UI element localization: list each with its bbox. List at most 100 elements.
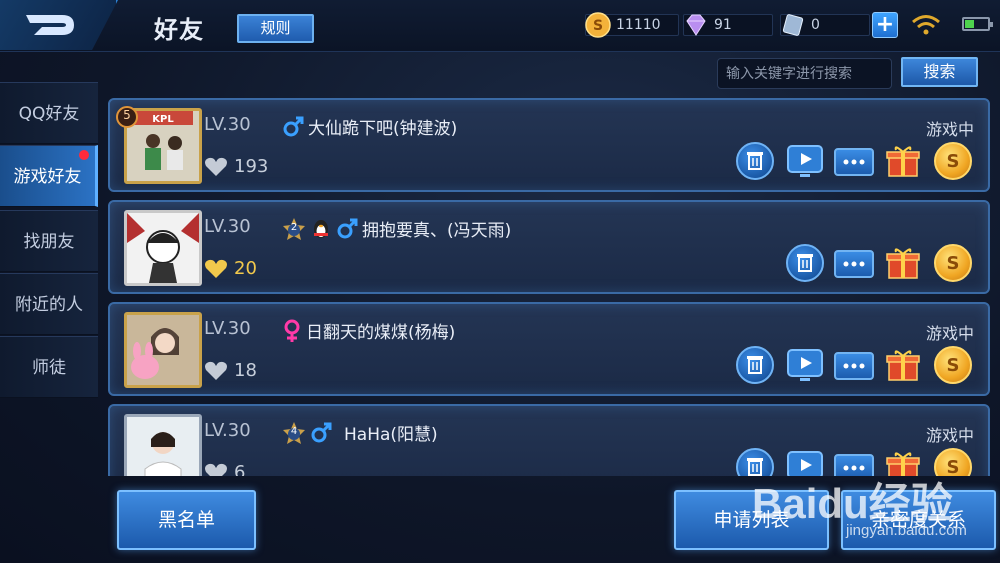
chat-button[interactable] xyxy=(834,148,874,176)
diamond-counter: 91 xyxy=(683,12,773,38)
gold-coin-icon: S xyxy=(947,253,960,274)
avatar[interactable] xyxy=(124,210,202,286)
sidebar-item-label: 附近的人 xyxy=(15,295,83,315)
sidebar-item-game-friends[interactable]: 游戏好友 xyxy=(0,145,98,207)
trash-icon xyxy=(797,254,813,272)
recharge-plus-button[interactable]: + xyxy=(872,12,898,38)
wifi-icon xyxy=(912,15,940,35)
action-bar: S xyxy=(736,346,976,384)
trash-icon xyxy=(747,152,763,170)
gold-coin-icon: S xyxy=(947,355,960,376)
friend-list[interactable]: KPL 5 LV.30 193 大仙跪下吧(钟建波) 游戏中 S LV.30 2… xyxy=(108,98,990,476)
friend-card[interactable]: KPL 5 LV.30 193 大仙跪下吧(钟建波) 游戏中 S xyxy=(108,98,990,192)
sidebar-item-label: 师徒 xyxy=(32,358,66,378)
friend-card[interactable]: LV.30 6 4 HaHa(阳慧) 游戏中 S xyxy=(108,404,990,476)
blacklist-button[interactable]: 黑名单 xyxy=(117,490,256,550)
friend-name: 拥抱要真、(冯天雨) xyxy=(362,221,512,241)
gift-icon xyxy=(886,146,920,177)
male-gender-icon xyxy=(337,218,358,238)
sidebar-item-nearby[interactable]: 附近的人 xyxy=(0,273,98,335)
gold-coin-icon: S xyxy=(947,151,960,172)
sidebar-item-label: 找朋友 xyxy=(23,232,75,252)
chat-icon xyxy=(843,363,865,369)
online-status: 游戏中 xyxy=(925,120,974,139)
sidebar-item-find-friends[interactable]: 找朋友 xyxy=(0,210,98,272)
friend-name: HaHa(阳慧) xyxy=(344,425,438,445)
male-gender-icon xyxy=(311,422,332,442)
gift-icon xyxy=(886,248,920,279)
voucher-icon xyxy=(782,14,804,36)
gift-icon xyxy=(886,350,920,381)
name-row: 4 HaHa(阳慧) xyxy=(282,420,438,445)
watch-game-button[interactable] xyxy=(786,346,824,384)
female-gender-icon xyxy=(284,319,300,342)
intimacy: 6 xyxy=(204,462,245,476)
baidu-watermark-url: jingyan.baidu.com xyxy=(846,522,967,539)
send-gold-button[interactable]: S xyxy=(934,142,972,180)
send-gift-button[interactable] xyxy=(884,142,922,180)
gold-counter: S 11110 xyxy=(585,12,679,38)
name-row: 2 拥抱要真、(冯天雨) xyxy=(282,216,511,241)
back-arrow-icon xyxy=(26,15,74,35)
top-bar: 好友 规则 S 11110 91 0 + xyxy=(0,0,1000,52)
svg-text:S: S xyxy=(593,18,603,34)
level-text: LV.30 xyxy=(204,114,251,135)
chat-icon xyxy=(843,159,865,165)
heart-icon xyxy=(205,157,227,176)
sidebar-item-label: QQ好友 xyxy=(18,104,80,124)
friend-card[interactable]: LV.30 20 2 拥抱要真、(冯天雨) S xyxy=(108,200,990,294)
avatar-image xyxy=(127,315,199,385)
notification-dot xyxy=(79,150,89,160)
battery-icon xyxy=(962,17,993,31)
back-button[interactable] xyxy=(0,0,118,50)
heart-icon xyxy=(205,463,227,476)
play-screen-icon xyxy=(787,145,823,177)
intimacy: 193 xyxy=(204,156,268,177)
intimacy-value: 193 xyxy=(234,156,269,177)
avatar[interactable] xyxy=(124,414,202,476)
rank-badge-number: 2 xyxy=(290,221,298,233)
send-gift-button[interactable] xyxy=(884,346,922,384)
chat-button[interactable] xyxy=(834,352,874,380)
online-status: 游戏中 xyxy=(925,426,974,445)
rank-badge: 4 xyxy=(282,421,306,445)
heart-icon xyxy=(205,361,227,380)
intimacy-value: 18 xyxy=(234,360,257,381)
friend-name: 日翻天的煤煤(杨梅) xyxy=(306,323,456,343)
delete-friend-button[interactable] xyxy=(786,244,824,282)
intimacy-value: 6 xyxy=(234,462,246,476)
level-text: LV.30 xyxy=(204,216,251,237)
sidebar-item-qq-friends[interactable]: QQ好友 xyxy=(0,82,98,144)
level-text: LV.30 xyxy=(204,420,251,441)
svg-text:KPL: KPL xyxy=(152,114,174,125)
action-bar: S xyxy=(736,142,976,180)
search-button[interactable]: 搜索 xyxy=(901,57,978,87)
sidebar: QQ好友 游戏好友 找朋友 附近的人 师徒 xyxy=(0,80,100,563)
intimacy-value: 20 xyxy=(234,258,257,279)
play-screen-icon xyxy=(787,349,823,381)
intimacy: 18 xyxy=(204,360,257,381)
rank-badge: 2 xyxy=(282,217,306,241)
send-gold-button[interactable]: S xyxy=(934,346,972,384)
friend-card[interactable]: LV.30 18 日翻天的煤煤(杨梅) 游戏中 S xyxy=(108,302,990,396)
delete-friend-button[interactable] xyxy=(736,142,774,180)
send-gift-button[interactable] xyxy=(884,244,922,282)
friend-name: 大仙跪下吧(钟建波) xyxy=(308,119,458,139)
delete-friend-button[interactable] xyxy=(736,346,774,384)
search-input[interactable] xyxy=(717,58,892,89)
diamond-icon xyxy=(686,14,706,36)
sidebar-item-mentorship[interactable]: 师徒 xyxy=(0,336,98,398)
qq-penguin-icon xyxy=(314,219,328,238)
voucher-counter: 0 xyxy=(780,12,870,38)
name-row: 日翻天的煤煤(杨梅) xyxy=(282,318,455,343)
svg-text:S: S xyxy=(947,253,960,274)
rank-badge-number: 5 xyxy=(123,108,131,122)
avatar[interactable] xyxy=(124,312,202,388)
chat-button[interactable] xyxy=(834,250,874,278)
watch-game-button[interactable] xyxy=(786,142,824,180)
name-row: 大仙跪下吧(钟建波) xyxy=(282,114,457,139)
send-gold-button[interactable]: S xyxy=(934,244,972,282)
rules-button[interactable]: 规则 xyxy=(237,14,314,43)
intimacy: 20 xyxy=(204,258,257,279)
chat-icon xyxy=(843,261,865,267)
